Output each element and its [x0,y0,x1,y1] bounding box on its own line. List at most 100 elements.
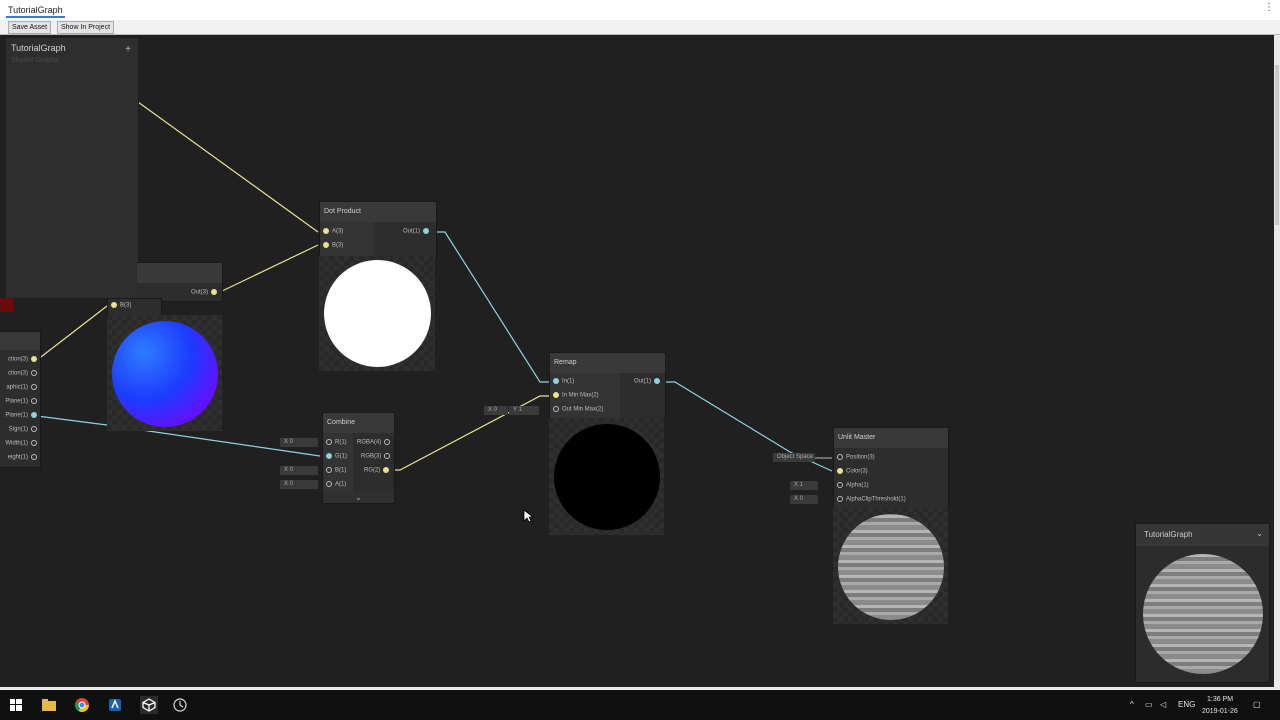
combine-port-b[interactable]: B(1) [323,467,346,474]
combine-port-a[interactable]: A(1) [323,481,346,488]
remap-port-out[interactable]: Out(1) [634,378,663,385]
port-dot[interactable] [31,384,37,390]
main-preview-title: TutorialGraph [1136,524,1269,546]
blackboard-subtitle: Shader Graphs [11,57,59,64]
b-input-port[interactable]: B(3) [108,302,131,309]
port-dot[interactable] [837,454,843,460]
port-dot[interactable] [31,398,37,404]
dot-product-port-b[interactable]: B(3) [320,242,343,249]
alpha-field[interactable]: X 1 [790,481,818,490]
unlit-port-color[interactable]: Color(3) [834,468,868,475]
mouse-cursor-icon [523,509,533,523]
port-dot[interactable] [111,302,117,308]
port-dot[interactable] [323,228,329,234]
combine-a-field[interactable]: X 0 [280,480,318,489]
port-dot[interactable] [326,453,332,459]
partial-port-5[interactable]: Plane(1) [5,412,40,419]
port-dot[interactable] [323,242,329,248]
windows-start-icon[interactable] [8,697,24,713]
combine-port-r[interactable]: R(1) [323,439,347,446]
partial-node-header [0,332,40,350]
port-dot[interactable] [31,356,37,362]
port-dot[interactable] [837,468,843,474]
remap-port-in-min-max[interactable]: In Min Max(2) [550,392,599,399]
port-dot[interactable] [31,370,37,376]
normal-out-port[interactable]: Out(3) [191,289,220,296]
volume-icon[interactable]: ◁ [1160,700,1166,709]
add-property-button[interactable]: + [125,44,131,55]
port-dot[interactable] [553,378,559,384]
port-dot[interactable] [31,454,37,460]
partial-port-2[interactable]: ction(3) [8,370,40,377]
dot-product-preview [319,256,435,371]
dot-product-port-out[interactable]: Out(1) [403,228,432,235]
combine-b-field[interactable]: X 0 [280,466,318,475]
taskbar-date[interactable]: 2019-01-26 [1202,708,1238,715]
port-dot[interactable] [423,228,430,234]
port-dot[interactable] [31,426,37,432]
remap-header: Remap [550,353,665,373]
dot-product-port-a[interactable]: A(3) [320,228,343,235]
gradient-preview [107,315,222,431]
unity-icon[interactable] [140,696,158,714]
port-dot[interactable] [326,481,332,487]
remap-out-max-y-field[interactable]: Y 1 [509,406,539,415]
partial-port-8[interactable]: eight(1) [8,454,40,461]
combine-r-field[interactable]: X 0 [280,438,318,447]
port-dot[interactable] [326,467,332,473]
remap-port-in[interactable]: In(1) [550,378,574,385]
combine-port-g[interactable]: G(1) [323,453,347,460]
file-explorer-icon[interactable] [41,697,57,713]
port-dot[interactable] [553,406,559,412]
language-indicator[interactable]: ENG [1178,700,1195,709]
partial-port-1[interactable]: ction(3) [8,356,40,363]
gradient-sphere [112,321,218,427]
partial-port-7[interactable]: Width(1) [5,440,40,447]
port-dot[interactable] [326,439,332,445]
port-dot[interactable] [384,453,391,459]
app-icon[interactable] [172,697,188,713]
position-space-field[interactable]: Object Space [773,453,815,462]
port-dot[interactable] [654,378,661,384]
partial-port-3[interactable]: aphic(1) [6,384,40,391]
combine-out-rg[interactable]: RG(2) [364,467,392,474]
app-icon[interactable] [107,697,123,713]
alpha-clip-field[interactable]: X 0 [790,495,818,504]
wire-partial-to-b [36,305,113,361]
port-dot[interactable] [837,482,843,488]
wire-to-dot-a [137,101,319,233]
taskbar-time[interactable]: 1:36 PM [1207,696,1233,703]
tray-chevron-icon[interactable]: ^ [1130,700,1134,709]
partial-node-normal[interactable] [137,262,223,302]
partial-port-6[interactable]: Sign(1) [9,426,40,433]
unlit-port-alpha-clip[interactable]: AlphaClipThreshold(1) [834,496,906,503]
chrome-icon[interactable] [74,697,90,713]
dot-product-sphere [324,260,431,367]
unlit-port-alpha[interactable]: Alpha(1) [834,482,869,489]
port-dot[interactable] [211,289,218,295]
unlit-master-header: Unlit Master [834,428,948,448]
combine-out-rgb[interactable]: RGB(3) [361,453,393,460]
port-dot[interactable] [383,467,390,473]
remap-out-min-x-field[interactable]: X 0 [484,406,508,415]
dot-product-header: Dot Product [320,202,436,222]
combine-header: Combine [323,413,394,433]
partial-node-normal-header [137,263,222,283]
combine-out-rgba[interactable]: RGBA(4) [357,439,393,446]
port-dot[interactable] [31,440,37,446]
unlit-master-sphere [838,514,944,620]
port-dot[interactable] [31,412,37,418]
wire-out-to-dot-b [217,244,319,294]
notification-icon[interactable]: ▢ [1253,700,1261,709]
combine-expand-icon[interactable]: ⌄ [323,493,394,503]
port-dot[interactable] [384,439,391,445]
partial-preview-red [0,298,14,312]
unlit-port-position[interactable]: Position(3) [834,454,875,461]
main-preview-panel[interactable]: TutorialGraph ⌄ [1135,523,1270,683]
partial-port-4[interactable]: Plane(1) [5,398,40,405]
remap-port-out-min-max[interactable]: Out Min Max(2) [550,406,603,413]
network-icon[interactable]: ▭ [1145,700,1153,709]
port-dot[interactable] [837,496,843,502]
chevron-down-icon[interactable]: ⌄ [1256,529,1263,538]
port-dot[interactable] [553,392,559,398]
